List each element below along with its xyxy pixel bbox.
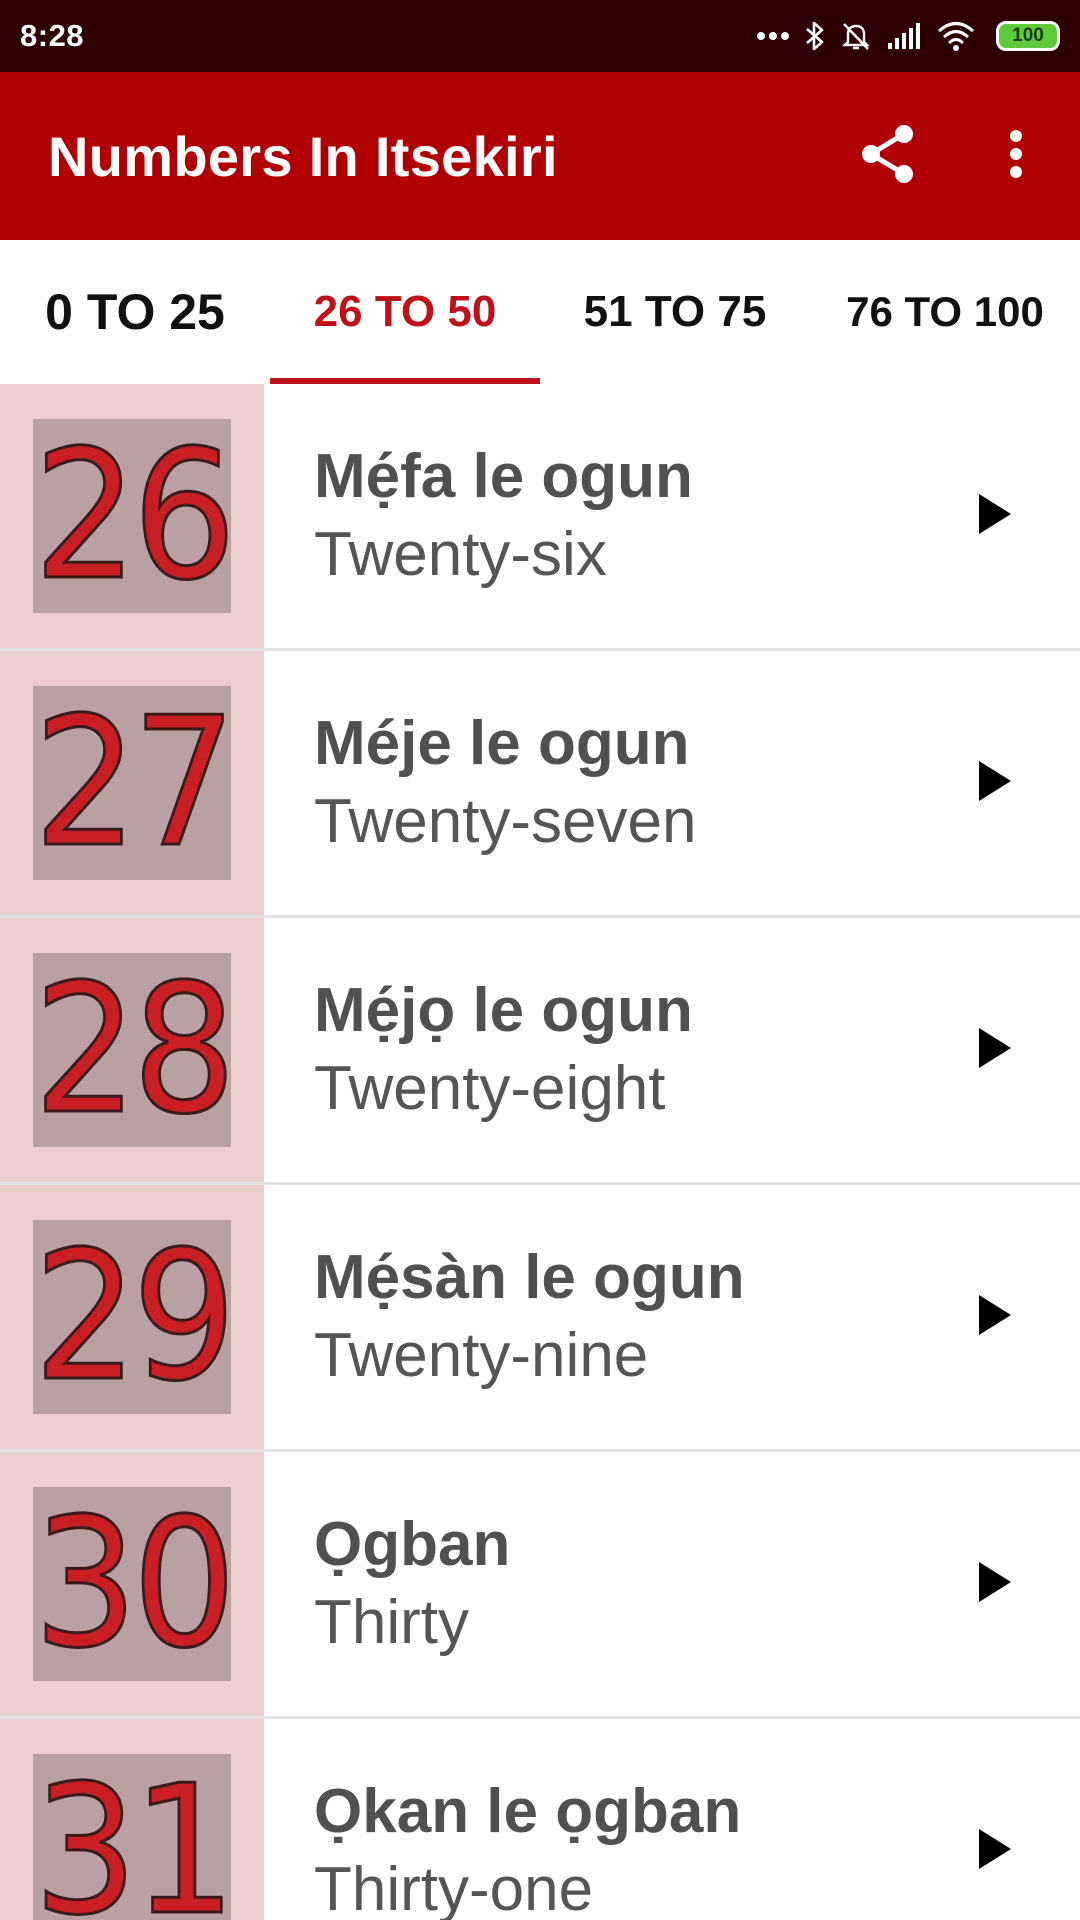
more-options-button[interactable] [952,72,1080,240]
english-word: Twenty-six [314,520,607,589]
battery-icon: 100 [996,21,1060,51]
english-word: Twenty-seven [314,787,697,856]
list-item[interactable]: 28 Mẹ́jọ le ogun Twenty-eight [0,918,1080,1185]
number-text: Mẹ́sàn le ogun Twenty-nine [264,1185,910,1449]
number-cell: 30 [0,1452,264,1716]
play-button[interactable] [910,1185,1080,1449]
play-button[interactable] [910,384,1080,648]
number-text: Ọgban Thirty [264,1452,910,1716]
share-button[interactable] [824,72,952,240]
number-badge: 27 [33,686,231,880]
list-item[interactable]: 27 Méje le ogun Twenty-seven [0,651,1080,918]
more-dots-icon [756,31,790,41]
number-digits: 27 [33,686,231,880]
play-icon [977,1027,1013,1074]
tab-26-to-50[interactable]: 26 TO 50 [270,240,540,384]
english-word: Thirty [314,1588,469,1657]
number-text: Mẹ́fa le ogun Twenty-six [264,384,910,648]
number-badge: 29 [33,1220,231,1414]
number-badge: 28 [33,953,231,1147]
more-vert-icon [1009,129,1023,184]
app-bar: Numbers In Itsekiri [0,72,1080,240]
english-word: Twenty-eight [314,1054,666,1123]
english-word: Twenty-nine [314,1321,649,1390]
play-button[interactable] [910,1452,1080,1716]
number-badge: 31 [33,1754,231,1920]
bluetooth-icon [804,20,826,52]
number-list: 26 Mẹ́fa le ogun Twenty-six 27 Méje le o… [0,384,1080,1920]
list-item[interactable]: 26 Mẹ́fa le ogun Twenty-six [0,384,1080,651]
number-digits: 26 [33,419,231,613]
list-item[interactable]: 30 Ọgban Thirty [0,1452,1080,1719]
app-title: Numbers In Itsekiri [48,124,558,188]
play-button[interactable] [910,651,1080,915]
wifi-icon [936,20,976,52]
app-actions [824,72,1080,240]
number-badge: 30 [33,1487,231,1681]
tab-51-to-75[interactable]: 51 TO 75 [540,240,810,384]
play-icon [977,493,1013,540]
itsekiri-word: Ọgban [314,1509,511,1579]
status-time: 8:28 [20,18,85,53]
tab-0-to-25[interactable]: 0 TO 25 [0,240,270,384]
number-cell: 28 [0,918,264,1182]
play-icon [977,760,1013,807]
itsekiri-word: Mẹ́jọ le ogun [314,975,693,1045]
english-word: Thirty-one [314,1855,594,1920]
number-text: Méje le ogun Twenty-seven [264,651,910,915]
tab-76-to-100[interactable]: 76 TO 100 [810,240,1080,384]
number-text: Ọkan le ọgban Thirty-one [264,1719,910,1920]
number-digits: 31 [33,1754,231,1920]
number-cell: 29 [0,1185,264,1449]
play-button[interactable] [910,1719,1080,1920]
play-icon [977,1294,1013,1341]
itsekiri-word: Méje le ogun [314,708,690,778]
number-cell: 26 [0,384,264,648]
number-digits: 30 [33,1487,231,1681]
status-bar: 8:28 100 [0,0,1080,72]
number-cell: 27 [0,651,264,915]
number-digits: 28 [33,953,231,1147]
number-digits: 29 [33,1220,231,1414]
list-item[interactable]: 29 Mẹ́sàn le ogun Twenty-nine [0,1185,1080,1452]
play-icon [977,1828,1013,1875]
share-icon [859,123,917,190]
number-cell: 31 [0,1719,264,1920]
play-icon [977,1561,1013,1608]
play-button[interactable] [910,918,1080,1182]
itsekiri-word: Ọkan le ọgban [314,1776,742,1846]
itsekiri-word: Mẹ́fa le ogun [314,441,693,511]
itsekiri-word: Mẹ́sàn le ogun [314,1242,745,1312]
mute-bell-icon [840,20,872,52]
app-root: 8:28 100 Numbers In Itsekiri 0 TO 25 26 … [0,0,1080,1920]
list-item[interactable]: 31 Ọkan le ọgban Thirty-one [0,1719,1080,1920]
number-badge: 26 [33,419,231,613]
signal-icon [886,21,922,51]
status-icons: 100 [756,20,1060,52]
range-tabs: 0 TO 25 26 TO 50 51 TO 75 76 TO 100 [0,240,1080,384]
number-text: Mẹ́jọ le ogun Twenty-eight [264,918,910,1182]
